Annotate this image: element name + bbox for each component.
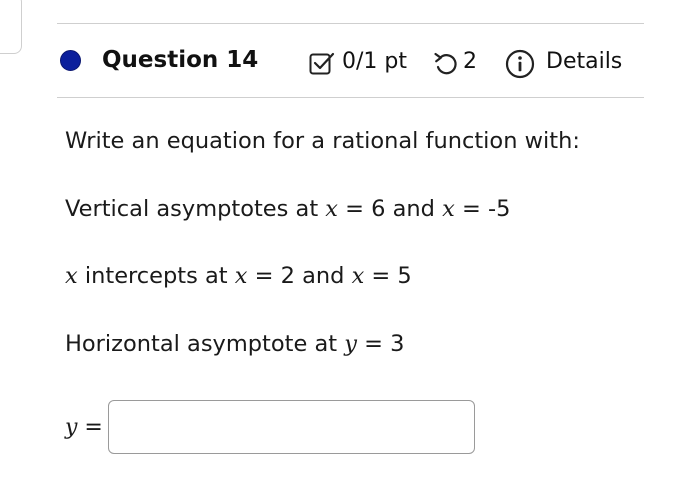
answer-label: y = [65, 415, 103, 440]
variable-x: x [65, 263, 78, 289]
variable-x: x [234, 263, 248, 289]
vertical-text: Vertical asymptotes at [65, 196, 326, 222]
side-tab[interactable] [0, 0, 22, 54]
horizontal-asymptote-line: Horizontal asymptote at y = 3 [65, 331, 404, 357]
question-title: Question 14 [102, 47, 259, 73]
intercepts-text: intercepts at [77, 263, 235, 289]
intercepts-eq1: = 2 and [247, 263, 352, 289]
prompt-intro: Write an equation for a rational functio… [65, 128, 580, 154]
variable-x: x [325, 196, 338, 222]
retries-count: 2 [463, 49, 477, 74]
variable-x: x [442, 196, 455, 222]
question-header: Question 14 0/1 pt 2 Details [57, 40, 644, 84]
header-divider [57, 97, 644, 98]
horizontal-eq1: = 3 [356, 331, 405, 357]
details-link[interactable]: Details [546, 49, 622, 74]
vertical-eq2: = -5 [454, 196, 511, 222]
variable-y: y [65, 415, 78, 440]
variable-y: y [344, 331, 357, 357]
question-page: Question 14 0/1 pt 2 Details Write an eq… [0, 0, 700, 481]
answer-input[interactable] [108, 400, 475, 454]
vertical-eq1: = 6 and [338, 196, 443, 222]
variable-x: x [351, 263, 365, 289]
intercepts-line: x intercepts at x = 2 and x = 5 [65, 263, 412, 289]
answer-equals: = [77, 415, 103, 440]
info-icon[interactable] [505, 49, 535, 79]
vertical-asymptotes-line: Vertical asymptotes at x = 6 and x = -5 [65, 196, 510, 222]
top-divider [57, 23, 644, 24]
checkbox-icon [309, 52, 335, 75]
score-text: 0/1 pt [342, 49, 407, 74]
intercepts-eq2: = 5 [364, 263, 412, 289]
horizontal-text: Horizontal asymptote at [65, 331, 345, 357]
status-dot-icon [60, 50, 81, 71]
retry-icon[interactable] [433, 51, 459, 77]
